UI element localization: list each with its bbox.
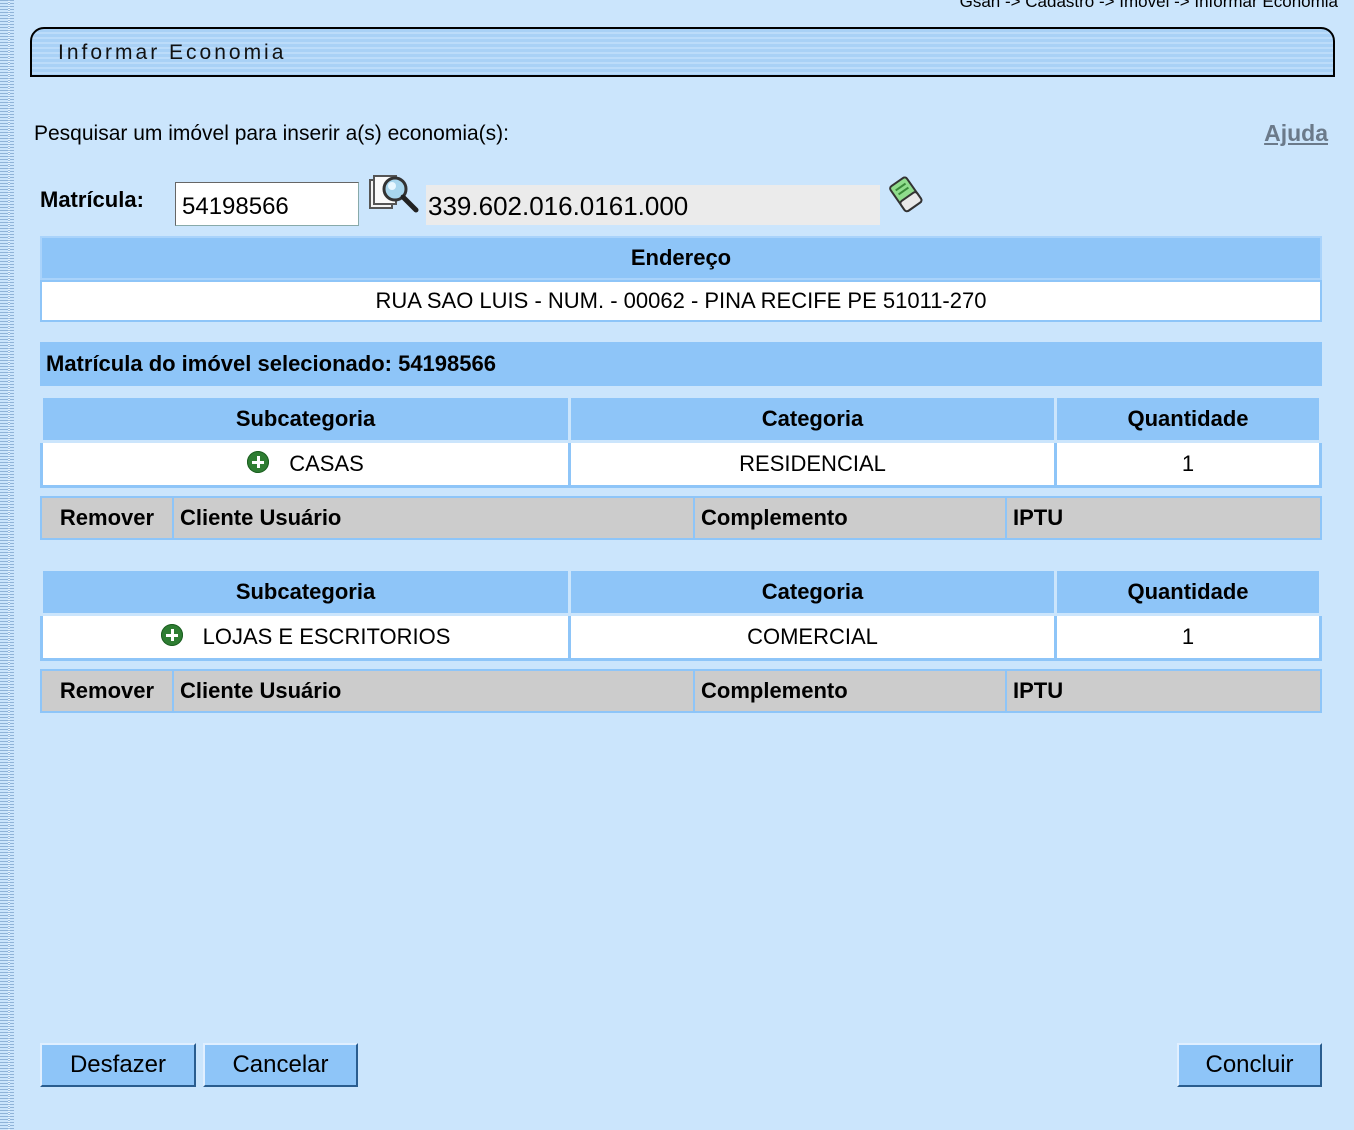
subcategoria-value: LOJAS E ESCRITORIOS [202, 624, 451, 649]
cliente-header: Cliente Usuário [172, 496, 695, 540]
complemento-header: Complemento [693, 496, 1007, 540]
cliente-header: Cliente Usuário [172, 669, 695, 713]
inscricao-field: 339.602.016.0161.000 [426, 185, 880, 225]
matricula-input[interactable] [175, 182, 359, 226]
categoria-header: Categoria [568, 395, 1057, 443]
remover-header: Remover [40, 669, 174, 713]
complemento-header: Complemento [693, 669, 1007, 713]
economy-detail-table: Remover Cliente Usuário Complemento IPTU [40, 496, 1322, 540]
quantidade-header: Quantidade [1054, 568, 1322, 616]
add-icon[interactable] [247, 451, 270, 473]
undo-button[interactable]: Desfazer [40, 1043, 196, 1087]
page-header: Informar Economia [30, 27, 1335, 77]
quantidade-header: Quantidade [1054, 395, 1322, 443]
eraser-icon[interactable] [886, 172, 930, 216]
add-icon[interactable] [160, 624, 183, 646]
subcategoria-header: Subcategoria [40, 568, 571, 616]
categoria-cell: COMERCIAL [568, 613, 1057, 661]
economy-table: Subcategoria Categoria Quantidade LOJAS … [40, 568, 1322, 661]
left-border [0, 0, 14, 1130]
address-header: Endereço [40, 236, 1322, 280]
categoria-header: Categoria [568, 568, 1057, 616]
iptu-header: IPTU [1005, 669, 1322, 713]
subcategoria-value: CASAS [289, 451, 364, 476]
quantidade-cell: 1 [1054, 613, 1322, 661]
remover-header: Remover [40, 496, 174, 540]
subcategoria-header: Subcategoria [40, 395, 571, 443]
subcategoria-cell: CASAS [40, 440, 571, 488]
categoria-cell: RESIDENCIAL [568, 440, 1057, 488]
search-instruction: Pesquisar um imóvel para inserir a(s) ec… [34, 122, 509, 145]
selected-matricula: Matrícula do imóvel selecionado: 5419856… [40, 342, 1322, 386]
help-link[interactable]: Ajuda [1264, 120, 1328, 147]
matricula-label: Matrícula: [40, 187, 144, 212]
economy-table: Subcategoria Categoria Quantidade CASAS … [40, 395, 1322, 488]
economy-detail-table: Remover Cliente Usuário Complemento IPTU [40, 669, 1322, 713]
iptu-header: IPTU [1005, 496, 1322, 540]
subcategoria-cell: LOJAS E ESCRITORIOS [40, 613, 571, 661]
table-row: LOJAS E ESCRITORIOS COMERCIAL 1 [40, 613, 1322, 661]
page-background [14, 0, 1354, 1130]
table-row: CASAS RESIDENCIAL 1 [40, 440, 1322, 488]
page-title: Informar Economia [58, 41, 287, 64]
breadcrumb: Gsan -> Cadastro -> Imovel -> Informar E… [959, 0, 1338, 11]
finish-button[interactable]: Concluir [1177, 1043, 1322, 1087]
cancel-button[interactable]: Cancelar [203, 1043, 358, 1087]
magnifier-icon[interactable] [368, 172, 420, 220]
address-value: RUA SAO LUIS - NUM. - 00062 - PINA RECIF… [40, 280, 1322, 322]
quantidade-cell: 1 [1054, 440, 1322, 488]
address-table: Endereço RUA SAO LUIS - NUM. - 00062 - P… [40, 236, 1322, 322]
